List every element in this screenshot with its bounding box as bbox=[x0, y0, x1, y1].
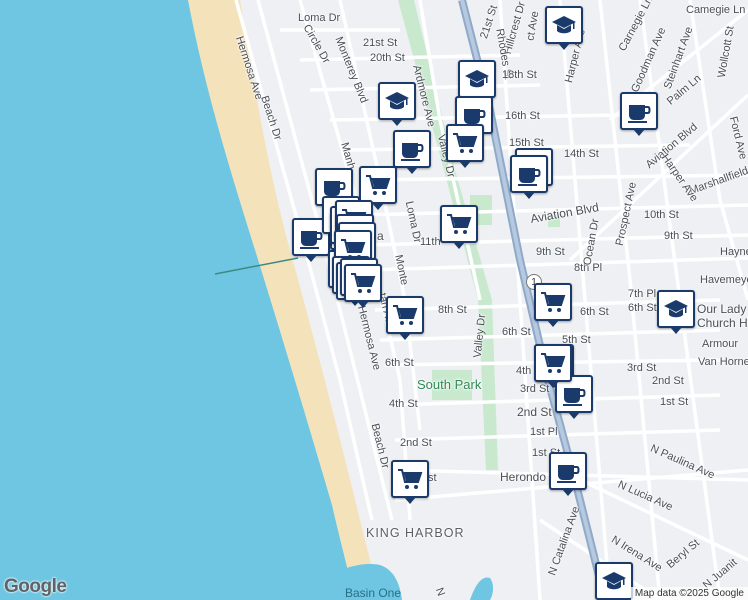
shopping-marker[interactable] bbox=[446, 124, 484, 168]
cafe-marker[interactable] bbox=[510, 155, 548, 199]
graduation-cap-icon bbox=[663, 296, 689, 322]
shopping-cart-icon bbox=[540, 350, 566, 376]
graduation-cap-icon bbox=[464, 66, 490, 92]
shopping-cart-icon bbox=[392, 302, 418, 328]
school-marker[interactable] bbox=[458, 60, 496, 104]
shopping-marker[interactable] bbox=[344, 264, 382, 308]
school-marker[interactable] bbox=[657, 290, 695, 334]
graduation-cap-icon bbox=[384, 88, 410, 114]
coffee-cup-icon bbox=[626, 98, 652, 124]
shopping-marker[interactable] bbox=[534, 283, 572, 327]
cafe-marker[interactable] bbox=[620, 92, 658, 136]
shopping-cart-icon bbox=[350, 270, 376, 296]
cafe-marker[interactable] bbox=[393, 130, 431, 174]
shopping-cart-icon bbox=[446, 211, 472, 237]
shopping-cart-icon bbox=[365, 172, 391, 198]
shopping-marker[interactable] bbox=[359, 166, 397, 210]
shopping-marker[interactable] bbox=[391, 460, 429, 504]
graduation-cap-icon bbox=[601, 568, 627, 594]
map-attribution[interactable]: Map data ©2025 Google bbox=[630, 587, 748, 600]
shopping-cart-icon bbox=[452, 130, 478, 156]
shopping-marker[interactable] bbox=[534, 344, 572, 388]
google-logo: Google bbox=[4, 576, 67, 597]
school-marker[interactable] bbox=[378, 82, 416, 126]
coffee-cup-icon bbox=[298, 224, 324, 250]
school-marker[interactable] bbox=[595, 562, 633, 600]
coffee-cup-icon bbox=[399, 136, 425, 162]
shopping-marker[interactable] bbox=[440, 205, 478, 249]
shopping-marker[interactable] bbox=[386, 296, 424, 340]
coffee-cup-icon bbox=[555, 458, 581, 484]
coffee-cup-icon bbox=[561, 381, 587, 407]
cafe-marker[interactable] bbox=[549, 452, 587, 496]
graduation-cap-icon bbox=[551, 12, 577, 38]
coffee-cup-icon bbox=[516, 161, 542, 187]
shopping-cart-icon bbox=[540, 289, 566, 315]
map-canvas[interactable]: Loma Dr Circle Dr Monterey Blvd 21st St … bbox=[0, 0, 748, 600]
school-marker[interactable] bbox=[545, 6, 583, 50]
shopping-cart-icon bbox=[397, 466, 423, 492]
